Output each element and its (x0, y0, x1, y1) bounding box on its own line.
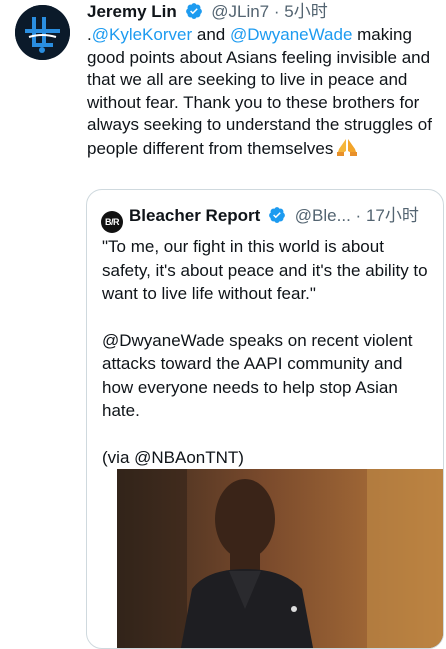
tweet-text: .@KyleKorver and @DwyaneWade making good… (87, 24, 437, 163)
quoted-header: B/R Bleacher Report @Ble... · 17小时 (101, 204, 419, 233)
author-handle: @JLin7 (211, 2, 270, 21)
folded-hands-emoji (337, 137, 358, 164)
tweet-time[interactable]: 5小时 (284, 2, 327, 21)
quoted-paragraph-credit: (via @NBAonTNT) (102, 447, 244, 467)
quoted-paragraph-summary: @DwyaneWade speaks on recent violent att… (102, 330, 413, 421)
text-and: and (192, 25, 230, 44)
mention-dwyanewade[interactable]: @DwyaneWade (230, 25, 352, 44)
text-body: making good points about Asians feeling … (87, 25, 432, 158)
quoted-video-thumbnail[interactable] (117, 469, 443, 648)
quoted-text: "To me, our fight in this world is about… (102, 235, 432, 492)
quoted-author-handle: @Ble... (294, 206, 351, 225)
quoted-author-name: Bleacher Report (129, 206, 261, 225)
mention-kylekorver[interactable]: @KyleKorver (92, 25, 192, 44)
tweet-header: Jeremy Lin @JLin7 · 5小时 (87, 0, 328, 24)
author-avatar[interactable] (15, 5, 70, 60)
bleacher-report-avatar: B/R (101, 211, 123, 233)
separator-dot: · (355, 206, 362, 225)
quoted-paragraph-quote: "To me, our fight in this world is about… (102, 237, 428, 303)
author-name[interactable]: Jeremy Lin (87, 2, 177, 21)
quoted-tweet[interactable]: B/R Bleacher Report @Ble... · 17小时 "To me… (86, 189, 444, 649)
quoted-time: 17小时 (365, 206, 419, 225)
verified-badge-icon (268, 206, 286, 231)
separator-dot: · (273, 2, 280, 21)
